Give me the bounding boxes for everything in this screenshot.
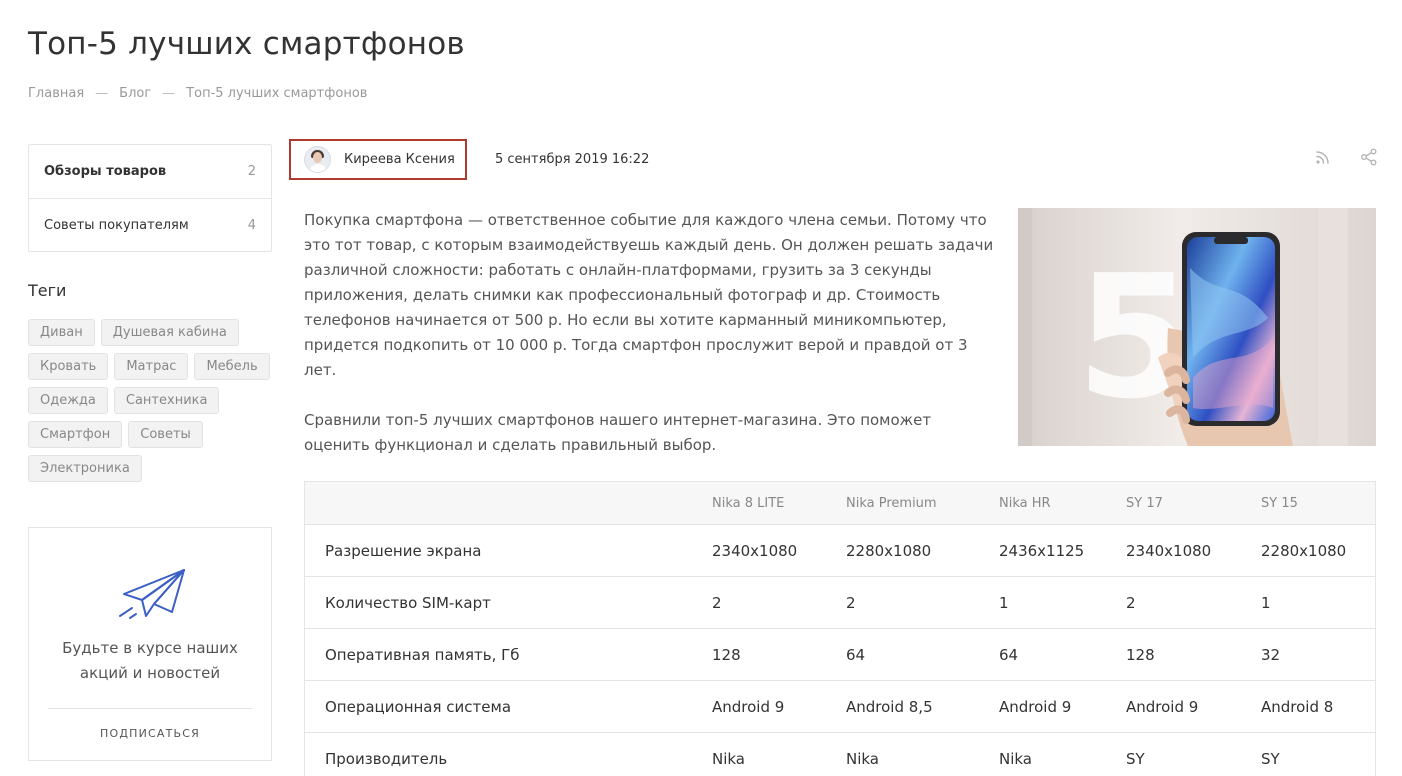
table-header-cell: Nika 8 LITE (712, 495, 785, 511)
tag[interactable]: Матрас (114, 353, 189, 380)
category-item-tips[interactable]: Советы покупателям 4 (29, 198, 271, 251)
table-cell: 2340x1080 (1126, 541, 1212, 560)
table-cell: 2436x1125 (999, 541, 1085, 560)
category-list: Обзоры товаров 2 Советы покупателям 4 (28, 144, 272, 252)
table-row: Количество SIM-карт 2 2 1 2 1 (305, 576, 1375, 628)
rss-icon[interactable] (1314, 148, 1332, 166)
tag[interactable]: Диван (28, 319, 95, 346)
tag[interactable]: Мебель (194, 353, 270, 380)
table-cell: 2280x1080 (1261, 541, 1347, 560)
share-icon[interactable] (1360, 148, 1378, 166)
subscribe-widget: Будьте в курсе наших акций и новостей ПО… (28, 527, 272, 761)
table-header-cell: SY 17 (1126, 495, 1163, 511)
table-cell: 2 (712, 593, 722, 612)
page-title: Топ-5 лучших смартфонов (28, 26, 465, 62)
article-paragraph: Покупка смартфона — ответственное событи… (304, 211, 994, 379)
category-item-reviews[interactable]: Обзоры товаров 2 (29, 145, 271, 198)
breadcrumb-separator: — (95, 86, 109, 101)
table-row: Оперативная память, Гб 128 64 64 128 32 (305, 628, 1375, 680)
comparison-table: Nika 8 LITE Nika Premium Nika HR SY 17 S… (304, 481, 1376, 776)
table-cell: 1 (999, 593, 1009, 612)
tag[interactable]: Советы (128, 421, 203, 448)
table-cell: Android 8 (1261, 697, 1334, 716)
table-cell: Nika (999, 749, 1033, 768)
author-name: Киреева Ксения (344, 152, 455, 167)
category-count: 2 (247, 164, 256, 179)
tag[interactable]: Сантехника (113, 387, 220, 414)
paper-plane-icon (119, 569, 185, 619)
breadcrumb-current: Топ-5 лучших смартфонов (186, 86, 368, 101)
table-cell: SY (1126, 749, 1145, 768)
subscribe-button[interactable]: ПОДПИСАТЬСЯ (29, 727, 271, 740)
table-header-cell: Nika Premium (846, 495, 937, 511)
table-cell: 2280x1080 (846, 541, 932, 560)
post-date: 5 сентября 2019 16:22 (495, 152, 650, 167)
table-header-cell: SY 15 (1261, 495, 1298, 511)
table-cell: 2 (846, 593, 856, 612)
table-cell: 128 (1126, 645, 1155, 664)
table-cell: Android 8,5 (846, 697, 933, 716)
article-paragraph: Сравнили топ-5 лучших смартфонов нашего … (304, 411, 932, 454)
tags-title: Теги (28, 281, 67, 300)
table-cell: Операционная система (325, 697, 512, 716)
tag[interactable]: Одежда (28, 387, 108, 414)
table-row: Операционная система Android 9 Android 8… (305, 680, 1375, 732)
breadcrumb-home[interactable]: Главная (28, 86, 84, 101)
table-cell: Разрешение экрана (325, 541, 482, 560)
tag[interactable]: Электроника (28, 455, 142, 482)
table-cell: Количество SIM-карт (325, 593, 491, 612)
category-count: 4 (247, 217, 256, 233)
table-cell: Оперативная память, Гб (325, 645, 520, 664)
breadcrumb: Главная — Блог — Топ-5 лучших смартфонов (28, 86, 367, 101)
table-cell: 64 (999, 645, 1019, 664)
table-header-cell: Nika HR (999, 495, 1051, 511)
article-body: Покупка смартфона — ответственное событи… (304, 208, 994, 458)
table-cell: 64 (846, 645, 866, 664)
author-link[interactable]: Киреева Ксения (289, 139, 467, 180)
table-row: Производитель Nika Nika Nika SY SY (305, 732, 1375, 776)
category-label: Обзоры товаров (44, 164, 167, 179)
avatar (304, 146, 331, 173)
table-cell: 128 (712, 645, 741, 664)
tag[interactable]: Кровать (28, 353, 109, 380)
category-label: Советы покупателям (44, 217, 189, 233)
table-cell: Android 9 (712, 697, 785, 716)
table-cell: Nika (712, 749, 746, 768)
subscribe-text: Будьте в курсе наших акций и новостей (62, 639, 238, 682)
article-image: 5 (1018, 208, 1376, 446)
table-cell: SY (1261, 749, 1280, 768)
table-cell: Nika (846, 749, 880, 768)
table-cell: 2 (1126, 593, 1136, 612)
table-header-row: Nika 8 LITE Nika Premium Nika HR SY 17 S… (305, 482, 1375, 524)
table-cell: Производитель (325, 749, 448, 768)
table-cell: 32 (1261, 645, 1281, 664)
breadcrumb-blog[interactable]: Блог (119, 86, 151, 101)
breadcrumb-separator: — (162, 86, 176, 101)
table-cell: Android 9 (999, 697, 1072, 716)
divider (48, 708, 252, 709)
tag-list: Диван Душевая кабина Кровать Матрас Мебе… (28, 319, 278, 482)
table-cell: 2340x1080 (712, 541, 798, 560)
tag[interactable]: Душевая кабина (100, 319, 239, 346)
table-row: Разрешение экрана 2340x1080 2280x1080 24… (305, 524, 1375, 576)
table-cell: 1 (1261, 593, 1271, 612)
table-cell: Android 9 (1126, 697, 1199, 716)
tag[interactable]: Смартфон (28, 421, 123, 448)
